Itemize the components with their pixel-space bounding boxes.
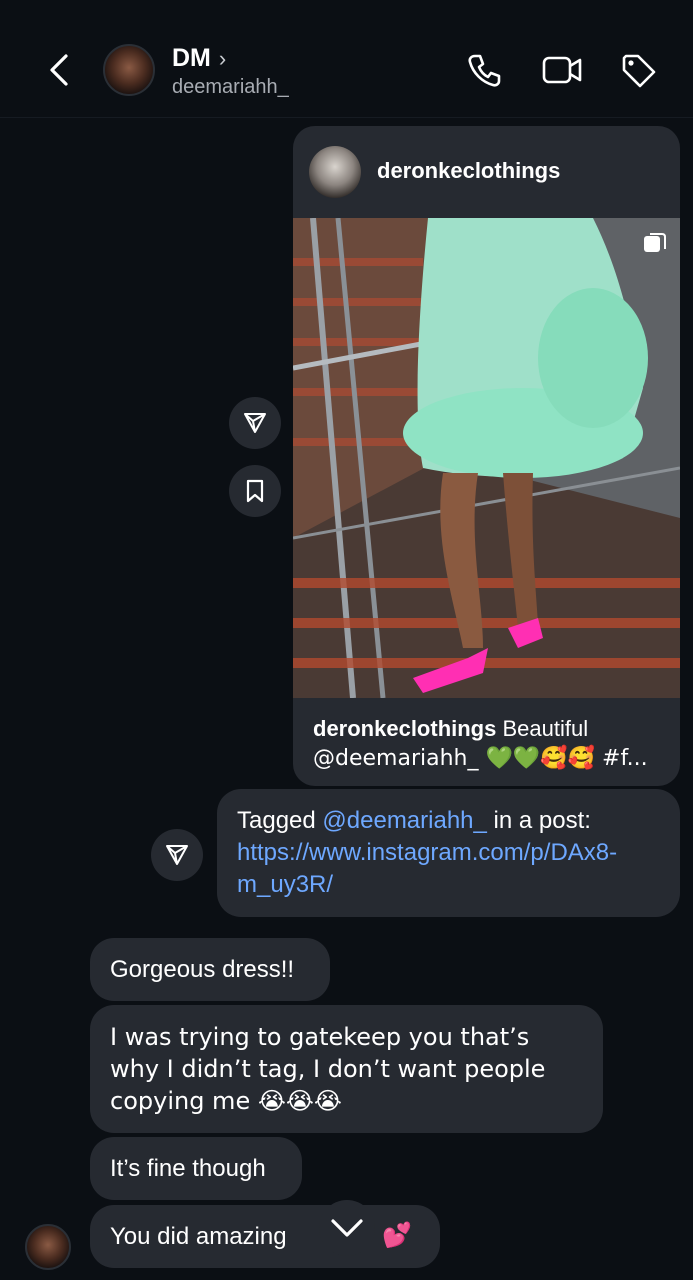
contact-avatar[interactable] <box>103 44 155 96</box>
post-url-link-continued[interactable]: m_uy3R/ <box>237 871 333 898</box>
message-emoji: 💕 <box>382 1221 412 1249</box>
bookmark-icon <box>246 479 264 503</box>
caption-username: deronkeclothings <box>313 716 497 741</box>
scroll-to-bottom-button[interactable] <box>319 1200 375 1256</box>
incoming-message[interactable]: You did amazing 💕 <box>90 1205 440 1268</box>
multiple-images-icon <box>644 233 666 252</box>
message-text: Gorgeous dress!! <box>110 956 295 983</box>
tag-icon <box>622 54 656 88</box>
chat-header: DM › deemariahh_ <box>0 0 693 118</box>
send-icon <box>166 845 188 865</box>
contact-handle: deemariahh_ <box>172 76 289 98</box>
chat-title: DM <box>172 44 211 72</box>
phone-icon <box>468 54 501 87</box>
sender-avatar[interactable] <box>25 1224 71 1270</box>
incoming-message[interactable]: Gorgeous dress!! <box>90 938 330 1001</box>
caption-text: Beautiful <box>496 716 589 741</box>
share-post-button[interactable] <box>229 397 281 449</box>
back-button[interactable] <box>40 50 76 90</box>
shared-post-card[interactable]: deronkeclothings deronkeclothings Beauti… <box>293 126 680 786</box>
send-icon <box>244 413 266 433</box>
incoming-message[interactable]: I was trying to gatekeep you that’s why … <box>90 1005 603 1133</box>
video-camera-icon <box>542 56 582 84</box>
video-call-button[interactable] <box>540 50 582 90</box>
post-header[interactable]: deronkeclothings <box>293 126 680 218</box>
tagged-prefix: Tagged <box>237 807 323 834</box>
incoming-message[interactable]: It’s fine though <box>90 1137 302 1200</box>
post-author-username[interactable]: deronkeclothings <box>377 158 560 184</box>
contact-name-row[interactable]: DM › <box>172 44 226 73</box>
chevron-down-icon <box>331 1219 363 1237</box>
post-url-link[interactable]: https://www.instagram.com/p/DAx8- <box>237 839 617 866</box>
outgoing-message-tagged[interactable]: Tagged @deemariahh_ in a post: https://w… <box>217 789 680 917</box>
post-photo <box>293 218 680 698</box>
caption-line2: @deemariahh_ 💚💚🥰🥰 #f... <box>313 746 648 771</box>
chevron-right-icon: › <box>218 45 227 71</box>
back-arrow-icon <box>50 54 68 86</box>
message-text: I was trying to gatekeep you that’s why … <box>110 1023 546 1115</box>
mention-link[interactable]: @deemariahh_ <box>322 807 486 834</box>
post-caption[interactable]: deronkeclothings Beautiful @deemariahh_ … <box>313 714 668 773</box>
message-text: You did amazing <box>110 1223 287 1250</box>
tagged-suffix: in a post: <box>486 807 591 834</box>
share-link-button[interactable] <box>151 829 203 881</box>
save-post-button[interactable] <box>229 465 281 517</box>
call-button[interactable] <box>464 50 504 90</box>
post-author-avatar[interactable] <box>309 146 361 198</box>
post-image[interactable] <box>293 218 680 698</box>
message-text: It’s fine though <box>110 1155 266 1182</box>
tag-button[interactable] <box>618 50 658 90</box>
